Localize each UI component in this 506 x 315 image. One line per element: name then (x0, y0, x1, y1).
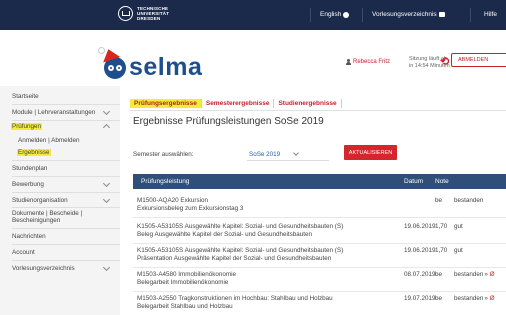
book-icon (438, 12, 445, 17)
exam-date: 08.07.2019 (404, 271, 436, 278)
results-table-header: Prüfungsleistung Datum Note (133, 174, 506, 189)
globe-icon (343, 11, 350, 18)
exam-grade: 1,70 (435, 247, 448, 254)
nav-divider (362, 8, 363, 22)
sidebar-item-label: Startseite (12, 93, 39, 100)
sidebar-item-label: Stundenplan (12, 165, 48, 172)
sidebar-item-label: Nachrichten (12, 233, 46, 240)
sidebar-item-label: Module | Lehrveranstaltungen (12, 109, 96, 116)
selma-logo[interactable]: selma (98, 45, 203, 82)
exam-status: bestanden (454, 295, 484, 302)
help-link[interactable]: Hilfe (484, 11, 497, 18)
exam-title: M1500-AQA20 Exkursion (137, 197, 209, 204)
exam-description: Präsentation Ausgewählte Kapitel der Soz… (137, 255, 332, 262)
page-title: Ergebnisse Prüfungsleistungen SoSe 2019 (133, 116, 324, 127)
logout-button[interactable]: ABMELDEN (451, 53, 506, 67)
details-link[interactable]: » Ø (484, 295, 494, 302)
sidebar: Startseite Module | Lehrveranstaltungen … (0, 86, 120, 315)
user-name: Rebecca Fritz (353, 59, 391, 65)
selma-owl-icon (98, 45, 126, 79)
course-catalog-label: Vorlesungsverzeichnis (372, 11, 437, 18)
semester-label: Semester auswählen: (133, 151, 194, 158)
chevron-down-icon (293, 150, 299, 156)
semester-value: SoSe 2019 (249, 151, 281, 158)
top-bar: TECHNISCHE UNIVERSITÄT DRESDEN English V… (0, 0, 506, 30)
chevron-down-icon (102, 263, 111, 272)
exam-date: 19.07.2019 (404, 295, 436, 302)
chevron-down-icon (102, 179, 111, 188)
top-nav: English Vorlesungsverzeichnis Hilfe (0, 0, 506, 30)
details-link[interactable]: » Ø (484, 271, 494, 278)
exam-status: gut (454, 223, 463, 230)
sidebar-item-label: Account (12, 249, 35, 256)
exam-date: 19.06.2019 (404, 223, 436, 230)
tab-semester-results[interactable]: Semesterergebnisse (202, 99, 275, 108)
language-switch-link[interactable]: English (320, 11, 350, 18)
column-header-grade: Note (435, 178, 449, 185)
chevron-up-icon (102, 123, 111, 132)
sidebar-item-label: Anmelden | Abmelden (18, 137, 80, 144)
nav-divider (310, 8, 311, 22)
exam-description: Exkursionsbeleg zum Exkursionstag 3 (137, 205, 244, 212)
exam-title: K1505-A53105S Ausgewählte Kapitel: Sozia… (137, 223, 344, 230)
tab-study-results[interactable]: Studienergebnisse (274, 99, 342, 108)
exam-description: Belegarbeit Immobilienökonomie (137, 279, 229, 286)
user-icon (346, 59, 351, 65)
refresh-button[interactable]: AKTUALISIEREN (344, 145, 397, 160)
exam-grade: be (435, 271, 443, 278)
exam-title: K1505-A53105S Ausgewählte Kapitel: Sozia… (137, 247, 344, 254)
result-tabs: Prüfungsergebnisse Semesterergebnisse St… (130, 99, 342, 108)
exam-title: M1503-A2550 Tragkonstruktionen im Hochba… (137, 295, 333, 302)
nav-divider (470, 8, 471, 22)
sidebar-item-label: Bewerbung (12, 181, 44, 188)
exam-status: bestanden (454, 197, 484, 204)
exam-grade: be (435, 197, 443, 204)
exam-grade: be (435, 295, 443, 302)
chevron-down-icon (102, 195, 111, 204)
exam-title: M1503-A4580 Immobilienökonomie (137, 271, 237, 278)
semester-select[interactable]: SoSe 2019 (247, 148, 329, 161)
tabs-divider (130, 110, 506, 111)
chevron-down-icon (102, 107, 111, 116)
language-label: English (320, 11, 342, 18)
exam-description: Beleg Ausgewählte Kapitel der Sozial- un… (137, 231, 313, 238)
user-profile-link[interactable]: Rebecca Fritz (346, 59, 390, 65)
app-name: selma (129, 53, 203, 81)
course-catalog-link[interactable]: Vorlesungsverzeichnis (372, 11, 445, 18)
sidebar-item-label: Vorlesungsverzeichnis (12, 265, 75, 272)
column-header-exam: Prüfungsleistung (141, 178, 190, 185)
sidebar-item-label: Ergebnisse (17, 149, 51, 156)
exam-status: bestanden (454, 271, 484, 278)
exam-description: Belegarbeit Stahlbau und Holzbau (137, 303, 233, 310)
session-refresh-icon[interactable]: ⟲ (440, 55, 449, 68)
help-label: Hilfe (484, 11, 498, 18)
exam-date: 19.06.2019 (404, 247, 436, 254)
tab-exam-results[interactable]: Prüfungsergebnisse (130, 99, 202, 108)
exam-grade: 1,70 (435, 223, 448, 230)
main-content: Prüfungsergebnisse Semesterergebnisse St… (120, 86, 506, 315)
sidebar-item-label: Dokumente | Bescheide | Bescheinigungen (12, 210, 83, 224)
column-header-date: Datum (404, 178, 424, 185)
sidebar-item-label: Studienorganisation (12, 197, 68, 204)
exam-status: gut (454, 247, 463, 254)
sidebar-item-label: Prüfungen (11, 123, 43, 130)
